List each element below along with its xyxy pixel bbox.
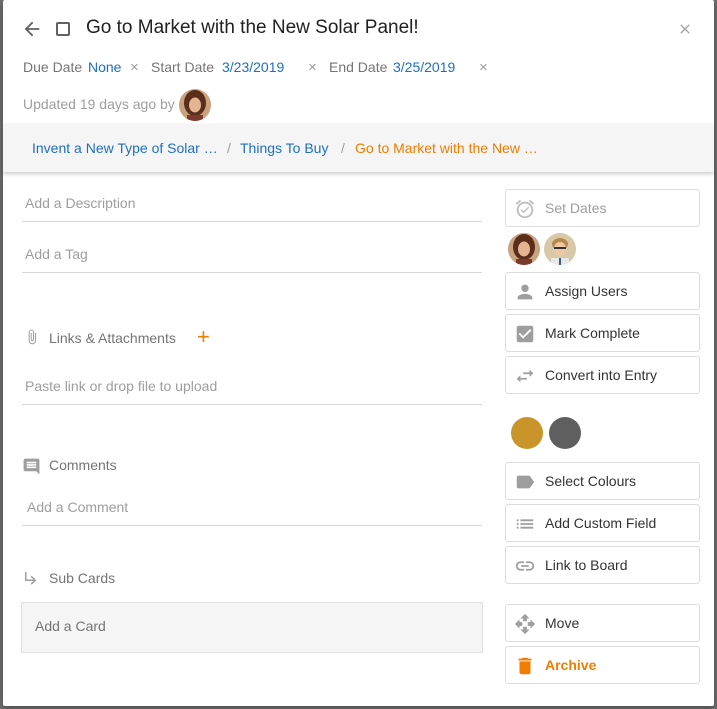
list-icon [516,519,534,529]
move-button[interactable]: Move [505,604,700,642]
person-icon [517,284,533,300]
label-tag-icon [516,475,535,489]
select-colours-button[interactable]: Select Colours [505,462,700,500]
breadcrumb-separator: / [341,140,345,156]
breadcrumb-card[interactable]: Go to Market with the New … [355,140,538,156]
end-date-value[interactable]: 3/25/2019 [393,59,455,75]
subcard-arrow-icon [25,572,37,585]
convert-entry-label: Convert into Entry [545,367,658,383]
tag-input[interactable]: Add a Tag [22,246,482,273]
breadcrumb-separator: / [227,140,231,156]
archive-label: Archive [545,657,597,673]
comment-input[interactable]: Add a Comment [22,499,482,526]
swap-arrows-icon [516,369,534,383]
breadcrumb-list[interactable]: Things To Buy [240,140,328,156]
checkmark-icon [516,325,534,343]
assigned-user-avatar[interactable] [544,233,576,265]
card-title[interactable]: Go to Market with the New Solar Panel! [86,17,419,39]
start-date-value[interactable]: 3/23/2019 [222,59,284,75]
assign-users-label: Assign Users [545,283,628,299]
updated-text: Updated 19 days ago by [23,96,175,112]
assign-users-button[interactable]: Assign Users [505,272,700,310]
card-header: Go to Market with the New Solar Panel! D… [3,0,714,124]
add-link-button[interactable]: + [197,326,210,348]
close-icon[interactable] [677,21,693,37]
card-detail-modal: Go to Market with the New Solar Panel! D… [3,0,714,706]
mark-complete-button[interactable]: Mark Complete [505,314,700,352]
paperclip-icon [28,329,36,345]
links-attachments-label: Links & Attachments [49,330,176,346]
add-custom-field-label: Add Custom Field [545,515,657,531]
trash-icon [518,657,532,675]
breadcrumb-board[interactable]: Invent a New Type of Solar … [32,140,218,156]
assigned-user-avatar[interactable] [508,233,540,265]
updater-avatar[interactable] [179,89,211,121]
select-colours-label: Select Colours [545,473,637,489]
start-date-label: Start Date [151,59,215,75]
comment-icon [23,458,40,475]
move-label: Move [545,615,580,631]
colour-swatch-gray[interactable] [549,417,581,449]
complete-checkbox[interactable] [56,22,70,36]
convert-entry-button[interactable]: Convert into Entry [505,356,700,394]
add-card-button[interactable]: Add a Card [21,602,483,653]
back-arrow-icon[interactable] [21,18,43,40]
link-to-board-label: Link to Board [545,557,628,573]
link-to-board-button[interactable]: Link to Board [505,546,700,584]
due-date-label: Due Date [23,59,83,75]
archive-button[interactable]: Archive [505,646,700,684]
due-date-value[interactable]: None [88,59,121,75]
clear-start-date-button[interactable]: × [308,59,317,76]
alarm-clock-icon [515,199,535,219]
set-dates-button[interactable]: Set Dates [505,189,700,227]
clear-due-date-button[interactable]: × [130,59,139,76]
comments-label: Comments [49,457,117,473]
clear-end-date-button[interactable]: × [479,59,488,76]
breadcrumb: Invent a New Type of Solar … / Things To… [3,124,714,172]
mark-complete-label: Mark Complete [545,325,640,341]
end-date-label: End Date [329,59,388,75]
add-custom-field-button[interactable]: Add Custom Field [505,504,700,542]
set-dates-label: Set Dates [545,200,607,216]
move-arrows-icon [514,613,536,635]
description-input[interactable]: Add a Description [22,195,482,222]
colour-swatch-gold[interactable] [511,417,543,449]
sub-cards-label: Sub Cards [49,570,116,586]
link-upload-input[interactable]: Paste link or drop file to upload [22,378,482,405]
link-icon [515,561,535,571]
